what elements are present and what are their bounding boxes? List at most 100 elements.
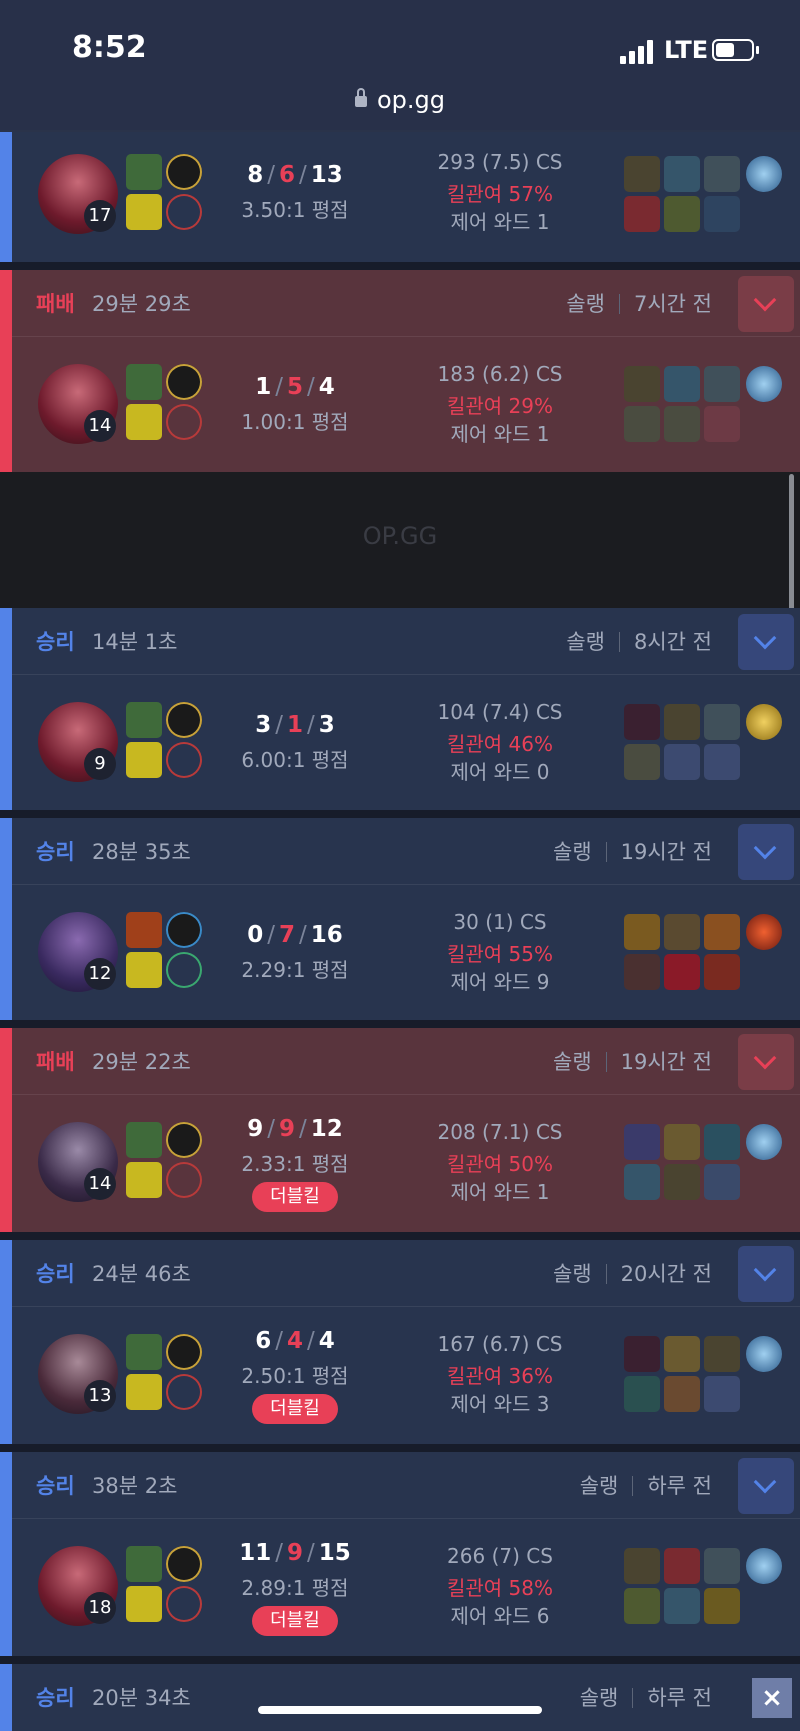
- queue-time: 솔랭 19시간 전: [553, 1050, 712, 1074]
- url-text: op.gg: [376, 86, 445, 114]
- champion-level: 12: [84, 958, 116, 990]
- queue-time: 솔랭 19시간 전: [553, 840, 712, 864]
- champion-level: 9: [84, 748, 116, 780]
- item-icon: [624, 156, 660, 192]
- kill-participation: 킬관여 58%: [446, 1576, 553, 1600]
- match-result: 패배: [36, 1050, 75, 1074]
- expand-button[interactable]: [738, 276, 794, 332]
- expand-button[interactable]: [738, 1246, 794, 1302]
- cs: 208 (7.1) CS: [437, 1120, 563, 1144]
- match-card[interactable]: 패배 29분 22초 솔랭 19시간 전 14 9/9/12 2.33:1 평점 …: [0, 1028, 800, 1232]
- ad-banner[interactable]: OP.GG: [0, 472, 800, 608]
- summoner-spell-icon: [126, 194, 162, 230]
- item-icon: [704, 196, 740, 232]
- kill-participation: 킬관여 50%: [446, 1152, 553, 1176]
- rune-icon: [126, 1122, 162, 1158]
- queue-time: 솔랭 20시간 전: [553, 1262, 712, 1286]
- kda: 8/6/13: [247, 162, 343, 188]
- queue-time: 솔랭 하루 전: [579, 1474, 712, 1498]
- empty-item-slot: [704, 744, 740, 780]
- summoner-spell-icon: [126, 952, 162, 988]
- cs: 183 (6.2) CS: [437, 362, 563, 386]
- match-header: 패배 29분 22초 솔랭 19시간 전: [12, 1028, 800, 1095]
- rune-icon: [166, 154, 202, 190]
- match-result: 승리: [36, 1686, 75, 1710]
- multikill-badge: 더블킬: [252, 1606, 338, 1636]
- item-icon: [664, 1164, 700, 1200]
- item-icon: [664, 1124, 700, 1160]
- kda: 3/1/3: [255, 712, 335, 738]
- summoner-spell-icon: [166, 1586, 202, 1622]
- summoner-spell-icon: [166, 1374, 202, 1410]
- summoner-spell-icon: [166, 194, 202, 230]
- match-card[interactable]: 17 8/6/13 3.50:1 평점 293 (7.5) CS 킬관여 57%…: [0, 132, 800, 262]
- multikill-badge: 더블킬: [252, 1394, 338, 1424]
- expand-button[interactable]: [738, 824, 794, 880]
- item-icon: [704, 1124, 740, 1160]
- match-card[interactable]: 승리 38분 2초 솔랭 하루 전 18 11/9/15 2.89:1 평점 더블…: [0, 1452, 800, 1656]
- address-bar[interactable]: op.gg: [0, 86, 800, 114]
- item-icon: [624, 1588, 660, 1624]
- status-bar: 8:52 LTE op.gg: [0, 0, 800, 130]
- summoner-spell-icon: [126, 1162, 162, 1198]
- control-wards: 제어 와드 1: [450, 210, 550, 234]
- match-duration: 20분 34초: [92, 1686, 191, 1710]
- champion-level: 13: [84, 1380, 116, 1412]
- expand-button[interactable]: [738, 614, 794, 670]
- kill-participation: 킬관여 57%: [446, 182, 553, 206]
- ad-text: OP.GG: [362, 522, 438, 550]
- rune-icon: [166, 1334, 202, 1370]
- item-icon: [664, 366, 700, 402]
- kill-participation: 킬관여 29%: [446, 394, 553, 418]
- kda-ratio: 2.33:1 평점: [241, 1152, 349, 1176]
- lock-icon: [354, 88, 367, 107]
- expand-button[interactable]: [738, 1034, 794, 1090]
- item-icon: [704, 914, 740, 950]
- summoner-spell-icon: [126, 1586, 162, 1622]
- kda-ratio: 2.50:1 평점: [241, 1364, 349, 1388]
- item-icon: [624, 954, 660, 990]
- match-header: 승리 24분 46초 솔랭 20시간 전: [12, 1240, 800, 1307]
- summoner-spell-icon: [126, 742, 162, 778]
- match-header: 승리 20분 34초 솔랭 하루 전: [12, 1664, 800, 1730]
- kda: 6/4/4: [255, 1328, 335, 1354]
- match-card[interactable]: 승리 14분 1초 솔랭 8시간 전 9 3/1/3 6.00:1 평점 104 …: [0, 608, 800, 810]
- item-icon: [624, 744, 660, 780]
- item-icon: [624, 366, 660, 402]
- home-indicator[interactable]: [258, 1706, 542, 1714]
- expand-button[interactable]: [738, 1458, 794, 1514]
- kda: 9/9/12: [247, 1116, 343, 1142]
- match-duration: 14분 1초: [92, 630, 178, 654]
- match-card[interactable]: 승리 28분 35초 솔랭 19시간 전 12 0/7/16 2.29:1 평점 …: [0, 818, 800, 1020]
- control-wards: 제어 와드 1: [450, 422, 550, 446]
- summoner-spell-icon: [166, 404, 202, 440]
- multikill-badge: 더블킬: [252, 1182, 338, 1212]
- match-header: 승리 14분 1초 솔랭 8시간 전: [12, 608, 800, 675]
- rune-icon: [166, 1546, 202, 1582]
- match-card[interactable]: 승리 24분 46초 솔랭 20시간 전 13 6/4/4 2.50:1 평점 더…: [0, 1240, 800, 1444]
- close-ad-button[interactable]: ×: [752, 1678, 792, 1718]
- trinket-icon: [746, 1124, 782, 1160]
- trinket-icon: [746, 704, 782, 740]
- item-icon: [664, 1376, 700, 1412]
- network-type: LTE: [664, 36, 709, 64]
- match-duration: 24분 46초: [92, 1262, 191, 1286]
- item-icon: [664, 406, 700, 442]
- kda-ratio: 3.50:1 평점: [241, 198, 349, 222]
- kda: 0/7/16: [247, 922, 343, 948]
- match-result: 승리: [36, 1262, 75, 1286]
- kda: 1/5/4: [255, 374, 335, 400]
- rune-icon: [166, 912, 202, 948]
- match-card[interactable]: 승리 20분 34초 솔랭 하루 전: [0, 1664, 800, 1731]
- match-header: 승리 38분 2초 솔랭 하루 전: [12, 1452, 800, 1519]
- item-icon: [664, 704, 700, 740]
- cs: 266 (7) CS: [447, 1544, 553, 1568]
- control-wards: 제어 와드 3: [450, 1392, 550, 1416]
- control-wards: 제어 와드 9: [450, 970, 550, 994]
- match-duration: 28분 35초: [92, 840, 191, 864]
- kill-participation: 킬관여 36%: [446, 1364, 553, 1388]
- item-icon: [704, 1588, 740, 1624]
- match-card[interactable]: 패배 29분 29초 솔랭 7시간 전 14 1/5/4 1.00:1 평점 18…: [0, 270, 800, 472]
- item-icon: [704, 1164, 740, 1200]
- kda: 11/9/15: [239, 1540, 351, 1566]
